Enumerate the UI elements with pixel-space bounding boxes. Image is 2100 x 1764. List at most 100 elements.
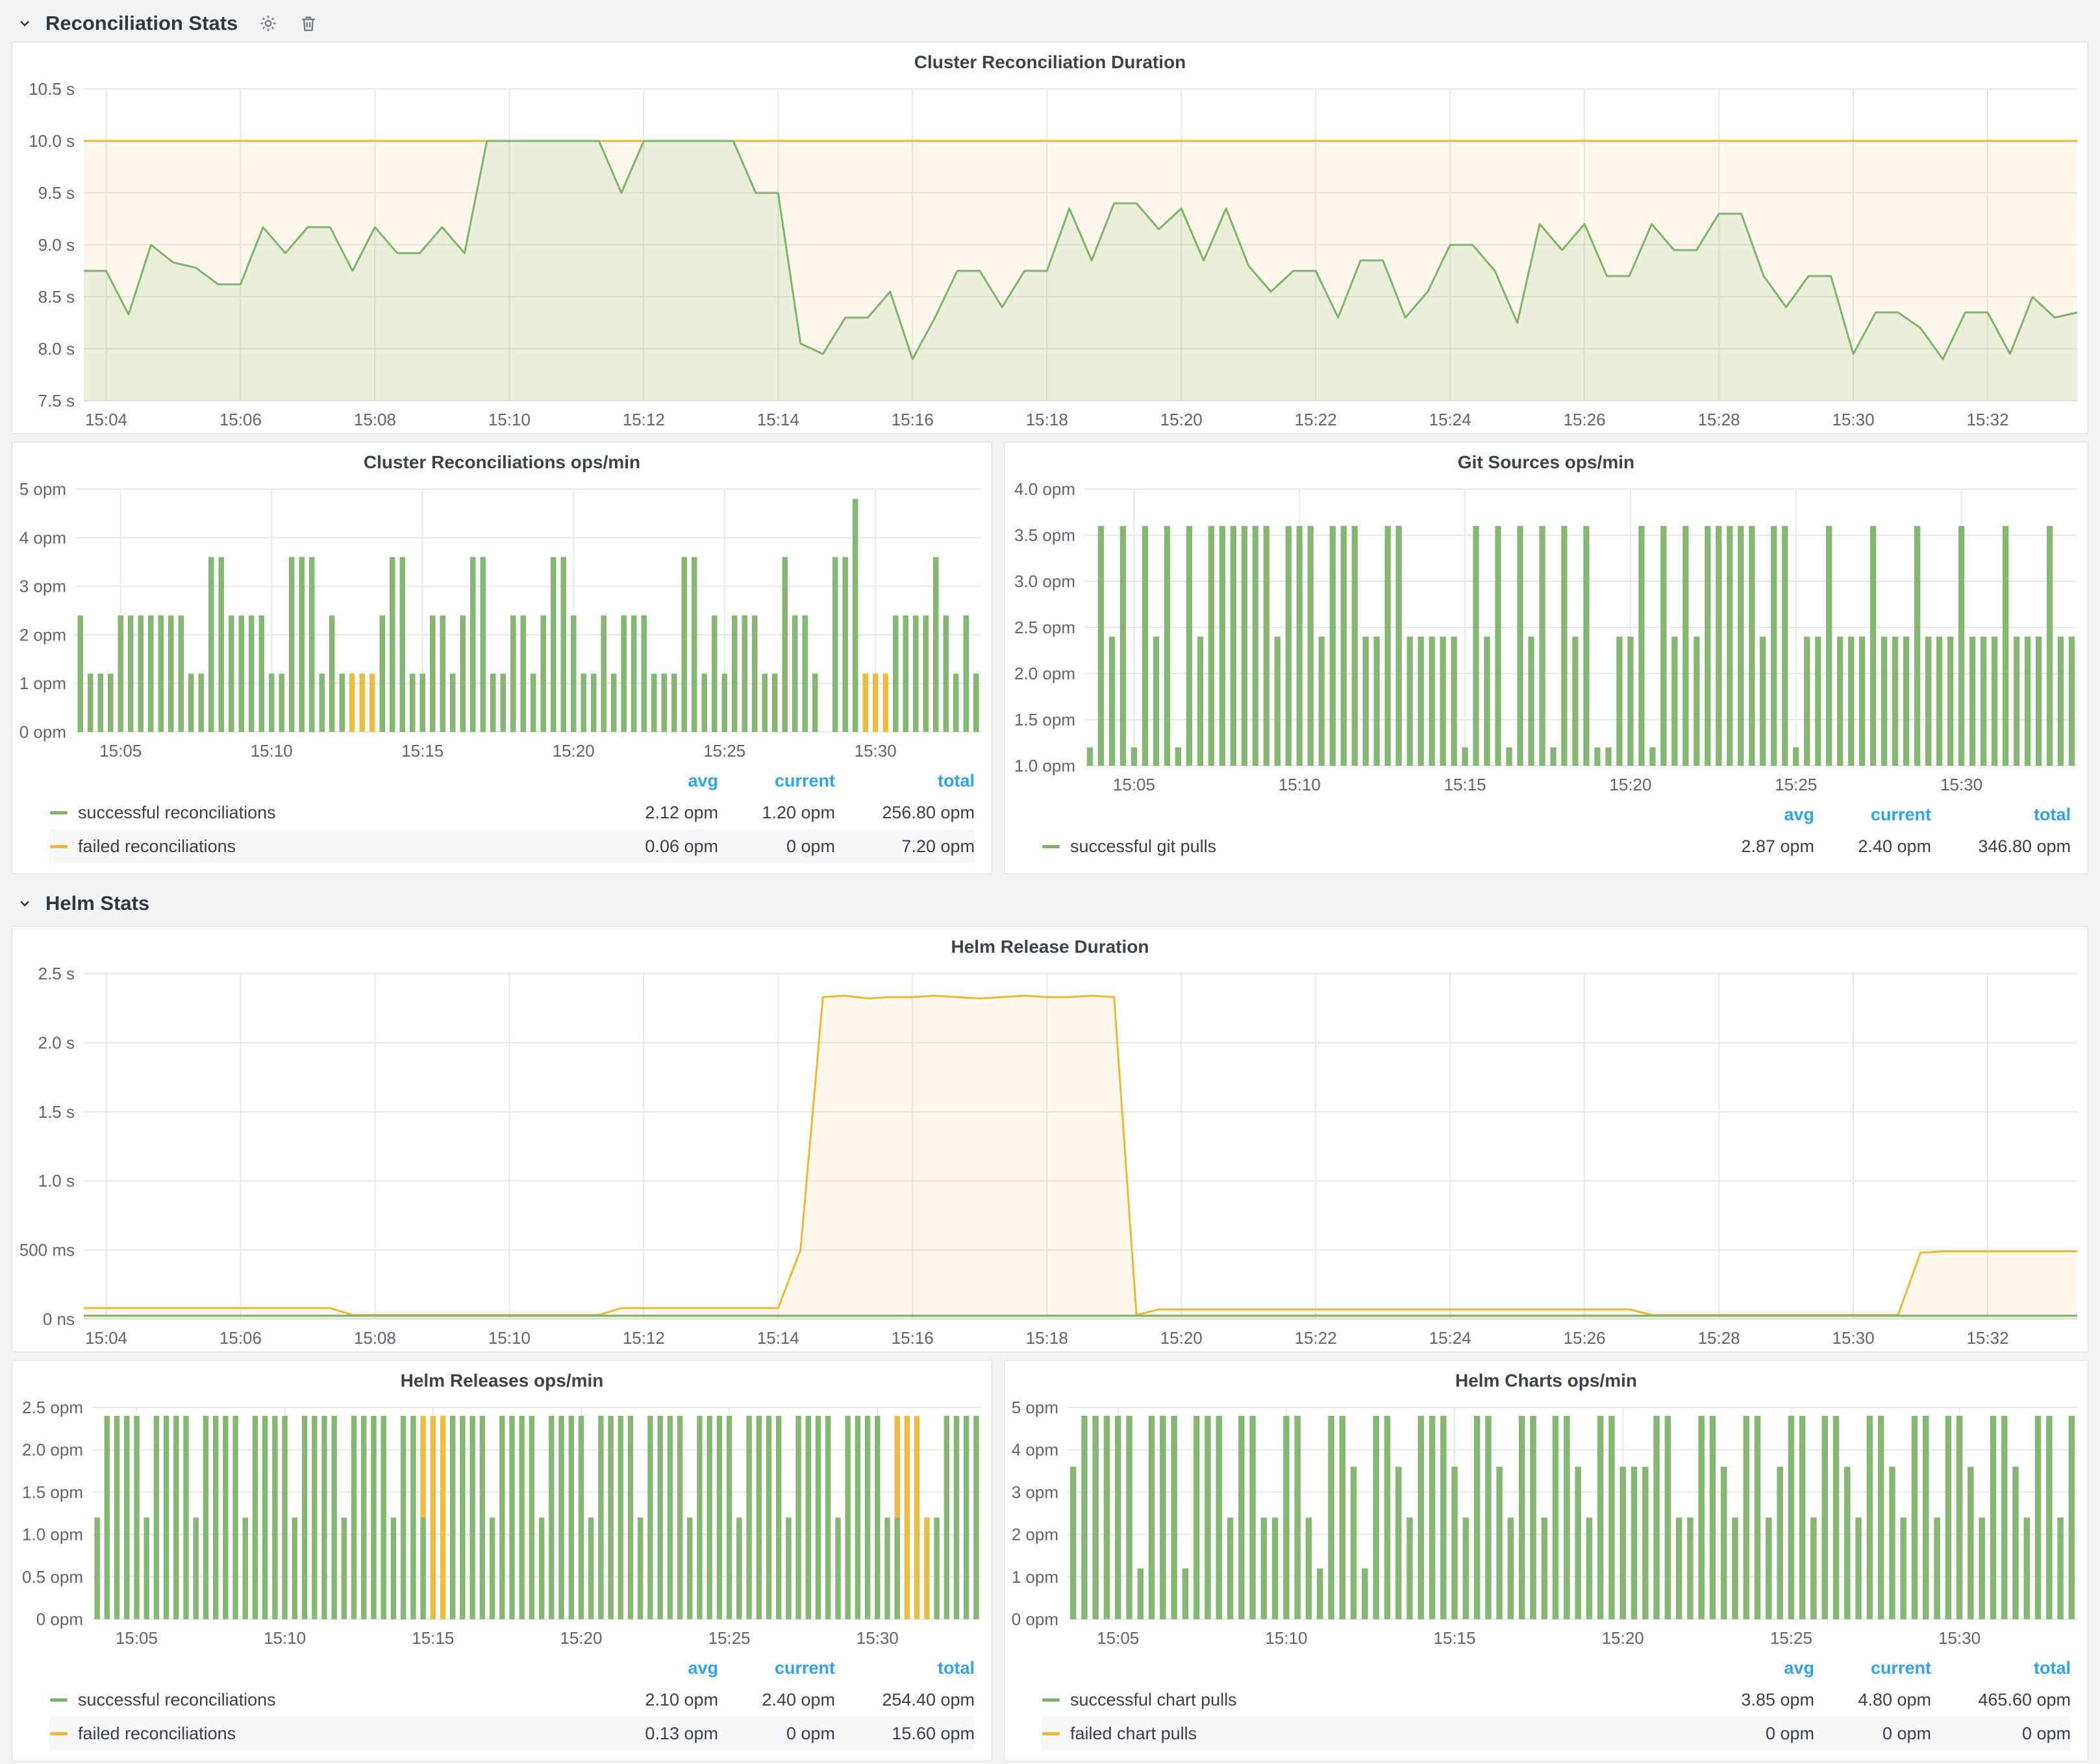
svg-text:15:20: 15:20	[1602, 1628, 1644, 1648]
legend-sort-avg[interactable]: avg	[608, 1658, 718, 1678]
legend-current-value: 1.20 opm	[718, 803, 835, 823]
legend-sort-avg[interactable]: avg	[608, 771, 718, 791]
svg-text:15:25: 15:25	[1775, 775, 1817, 794]
svg-text:15:22: 15:22	[1295, 410, 1337, 429]
svg-text:15:14: 15:14	[757, 410, 799, 429]
legend-helm-releases: avgcurrenttotal successful reconciliation…	[12, 1652, 992, 1761]
svg-text:1.5 s: 1.5 s	[38, 1102, 75, 1122]
svg-text:15:20: 15:20	[553, 741, 595, 761]
svg-text:15:05: 15:05	[116, 1628, 158, 1648]
series-color-dash	[50, 1698, 68, 1702]
svg-text:2 opm: 2 opm	[19, 625, 66, 644]
panel-title[interactable]: Cluster Reconciliation Duration	[12, 42, 2088, 80]
row-header-reconciliation-stats: Reconciliation Stats	[12, 5, 2088, 42]
panel-title[interactable]: Helm Charts ops/min	[1005, 1361, 2088, 1398]
cluster-reconciliations-ops-chart[interactable]: 0 opm1 opm2 opm3 opm4 opm5 opm15:0515:10…	[12, 480, 992, 764]
svg-text:15:25: 15:25	[708, 1628, 751, 1648]
legend-series-name[interactable]: failed chart pulls	[1070, 1724, 1197, 1744]
svg-text:2.5 s: 2.5 s	[38, 964, 75, 983]
svg-text:15:30: 15:30	[1940, 775, 1982, 794]
legend-series-name[interactable]: successful chart pulls	[1070, 1690, 1237, 1710]
legend-total-value: 7.20 opm	[835, 837, 975, 857]
chevron-down-icon[interactable]	[17, 896, 32, 911]
svg-text:1.0 opm: 1.0 opm	[22, 1525, 83, 1544]
legend-avg-value: 2.10 opm	[608, 1690, 718, 1710]
legend-sort-total[interactable]: total	[835, 771, 975, 791]
helm-charts-ops-chart[interactable]: 0 opm1 opm2 opm3 opm4 opm5 opm15:0515:10…	[1005, 1398, 2088, 1652]
panel-title[interactable]: Cluster Reconciliations ops/min	[12, 442, 992, 480]
legend-series-name[interactable]: successful reconciliations	[78, 803, 276, 823]
svg-text:3 opm: 3 opm	[19, 577, 66, 596]
legend-cluster-reconciliations: avgcurrenttotal successful reconciliation…	[12, 764, 992, 874]
legend-row: successful git pulls2.87 opm2.40 opm346.…	[1042, 829, 2071, 863]
svg-text:15:20: 15:20	[1609, 775, 1651, 794]
legend-helm-charts: avgcurrenttotal successful chart pulls 3.8…	[1005, 1652, 2088, 1761]
svg-text:15:15: 15:15	[401, 741, 444, 761]
svg-text:15:18: 15:18	[1026, 410, 1068, 429]
gear-icon[interactable]	[258, 14, 278, 33]
legend-sort-current[interactable]: current	[718, 771, 835, 791]
git-sources-ops-chart[interactable]: 1.0 opm1.5 opm2.0 opm2.5 opm3.0 opm3.5 o…	[1005, 480, 2088, 798]
panel-title[interactable]: Helm Releases ops/min	[12, 1361, 992, 1398]
svg-text:15:04: 15:04	[85, 1328, 127, 1348]
svg-text:15:30: 15:30	[1832, 410, 1875, 429]
svg-text:15:18: 15:18	[1026, 1328, 1068, 1348]
svg-text:15:08: 15:08	[354, 410, 396, 429]
legend-git-sources: avgcurrenttotalsuccessful git pulls2.87 …	[1005, 798, 2088, 874]
svg-text:15:30: 15:30	[1938, 1628, 1981, 1648]
series-color-dash	[50, 1732, 68, 1735]
legend-series-name[interactable]: successful reconciliations	[78, 1690, 276, 1710]
legend-sort-total[interactable]: total	[835, 1658, 975, 1678]
svg-text:2.0 opm: 2.0 opm	[1014, 664, 1075, 683]
legend-sort-current[interactable]: current	[1814, 805, 1931, 825]
legend-sort-avg[interactable]: avg	[1704, 805, 1814, 825]
legend-total-value: 0 opm	[1931, 1724, 2071, 1744]
svg-text:15:20: 15:20	[560, 1628, 602, 1648]
legend-sort-total[interactable]: total	[1931, 805, 2071, 825]
section-title[interactable]: Reconciliation Stats	[45, 12, 238, 35]
legend-header-row: avgcurrenttotal	[1042, 800, 2071, 829]
legend-total-value: 254.40 opm	[835, 1690, 975, 1710]
svg-text:15:06: 15:06	[219, 1328, 262, 1348]
series-color-dash	[50, 811, 68, 814]
helm-release-duration-chart[interactable]: 0 ns500 ms1.0 s1.5 s2.0 s2.5 s15:0415:06…	[12, 964, 2088, 1352]
legend-sort-current[interactable]: current	[1814, 1658, 1931, 1678]
chart-svg: 0 ns500 ms1.0 s1.5 s2.0 s2.5 s15:0415:06…	[12, 964, 2088, 1352]
series-color-dash	[1042, 1732, 1060, 1735]
svg-text:15:15: 15:15	[412, 1628, 454, 1648]
chart-svg: 1.0 opm1.5 opm2.0 opm2.5 opm3.0 opm3.5 o…	[1005, 480, 2088, 798]
svg-text:1.0 opm: 1.0 opm	[1014, 756, 1075, 775]
panel-title[interactable]: Git Sources ops/min	[1005, 442, 2088, 480]
legend-sort-total[interactable]: total	[1931, 1658, 2071, 1678]
trash-icon[interactable]	[299, 14, 318, 33]
legend-series-name[interactable]: successful git pulls	[1070, 837, 1216, 857]
svg-text:15:24: 15:24	[1429, 1328, 1471, 1348]
svg-text:15:28: 15:28	[1698, 1328, 1740, 1348]
panel-title[interactable]: Helm Release Duration	[12, 927, 2088, 964]
svg-text:1.5 opm: 1.5 opm	[22, 1482, 83, 1502]
svg-text:2 opm: 2 opm	[1012, 1525, 1058, 1544]
legend-current-value: 2.40 opm	[718, 1690, 835, 1710]
svg-text:15:12: 15:12	[623, 1328, 665, 1348]
svg-text:3.0 opm: 3.0 opm	[1014, 572, 1075, 591]
chart-svg: 0 opm0.5 opm1.0 opm1.5 opm2.0 opm2.5 opm…	[12, 1398, 992, 1652]
chevron-down-icon[interactable]	[17, 16, 32, 31]
legend-current-value: 0 opm	[718, 1724, 835, 1744]
cluster-reconciliation-duration-chart[interactable]: 7.5 s8.0 s8.5 s9.0 s9.5 s10.0 s10.5 s15:…	[12, 80, 2088, 433]
svg-text:15:10: 15:10	[264, 1628, 306, 1648]
legend-sort-current[interactable]: current	[718, 1658, 835, 1678]
section-title[interactable]: Helm Stats	[45, 892, 149, 915]
svg-text:10.5 s: 10.5 s	[29, 80, 75, 99]
panel-helm-charts-ops: Helm Charts ops/min 0 opm1 opm2 opm3 opm…	[1004, 1360, 2088, 1761]
svg-text:8.5 s: 8.5 s	[38, 287, 75, 307]
legend-sort-avg[interactable]: avg	[1704, 1658, 1814, 1678]
legend-avg-value: 3.85 opm	[1704, 1690, 1814, 1710]
legend-series-name[interactable]: failed reconciliations	[78, 837, 236, 857]
legend-header-row: avgcurrenttotal	[50, 1653, 975, 1683]
legend-series-name[interactable]: failed reconciliations	[78, 1724, 236, 1744]
svg-text:15:26: 15:26	[1564, 1328, 1606, 1348]
chart-svg: 0 opm1 opm2 opm3 opm4 opm5 opm15:0515:10…	[1005, 1398, 2088, 1652]
helm-releases-ops-chart[interactable]: 0 opm0.5 opm1.0 opm1.5 opm2.0 opm2.5 opm…	[12, 1398, 992, 1652]
svg-text:15:30: 15:30	[1832, 1328, 1875, 1348]
svg-text:0 opm: 0 opm	[1012, 1609, 1058, 1629]
